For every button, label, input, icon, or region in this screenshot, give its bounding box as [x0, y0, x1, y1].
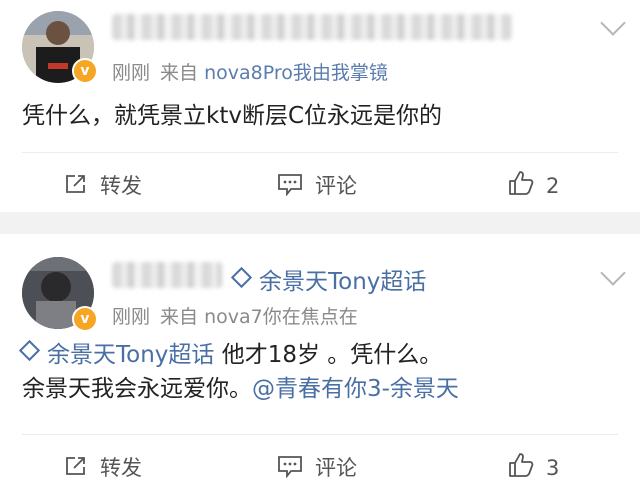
chevron-down-icon[interactable] — [600, 10, 626, 36]
supertopic-tag-link[interactable]: 余景天Tony超话 — [18, 339, 215, 368]
comment-label: 评论 — [315, 456, 357, 480]
repost-label: 转发 — [100, 456, 142, 480]
post-separator — [0, 212, 640, 234]
repost-icon — [64, 454, 88, 483]
comment-icon — [277, 172, 303, 201]
diamond-icon — [230, 266, 253, 289]
content-text-1: 他才18岁 。凭什么。 — [214, 342, 443, 368]
tag-label: 余景天Tony超话 — [47, 342, 215, 368]
like-count: 3 — [546, 456, 560, 480]
like-count: 2 — [546, 174, 560, 198]
source-prefix: 来自 — [160, 306, 199, 328]
content-text-2: 余景天我会永远爱你。 — [22, 376, 252, 402]
thumbs-up-icon — [508, 452, 534, 483]
like-button[interactable]: 3 — [508, 452, 559, 483]
verified-badge-icon: v — [72, 58, 98, 84]
weibo-post-2: v 余景天Tony超话 刚刚 来自 nova7你在焦点在 余景天Tony超话 他才… — [0, 234, 640, 491]
diamond-icon — [18, 339, 41, 362]
comment-label: 评论 — [315, 174, 357, 198]
username-blurred[interactable] — [112, 262, 222, 288]
post-content: 余景天Tony超话 他才18岁 。凭什么。 余景天我会永远爱你。@青春有你3-余… — [18, 338, 459, 406]
repost-icon — [64, 172, 88, 201]
post-meta: 刚刚 来自 nova7你在焦点在 — [112, 302, 358, 329]
thumbs-up-icon — [508, 170, 534, 201]
post-time: 刚刚 — [112, 62, 151, 84]
post-time: 刚刚 — [112, 306, 151, 328]
content-line-1: 余景天Tony超话 他才18岁 。凭什么。 — [18, 338, 459, 372]
action-bar: 转发 评论 3 — [0, 434, 640, 494]
repost-label: 转发 — [100, 174, 142, 198]
chevron-down-icon[interactable] — [600, 260, 626, 286]
verified-badge-icon: v — [72, 306, 98, 332]
comment-button[interactable]: 评论 — [277, 452, 357, 483]
comment-icon — [277, 454, 303, 483]
username-blurred[interactable] — [112, 14, 512, 40]
like-button[interactable]: 2 — [508, 170, 559, 201]
action-bar: 转发 评论 2 — [0, 152, 640, 212]
post-meta: 刚刚 来自 nova8Pro我由我掌镜 — [112, 58, 388, 85]
source-prefix: 来自 — [160, 62, 199, 84]
comment-button[interactable]: 评论 — [277, 170, 357, 201]
supertopic-label: 余景天Tony超话 — [259, 269, 427, 295]
post-content: 凭什么，就凭景立ktv断层C位永远是你的 — [22, 103, 443, 129]
repost-button[interactable]: 转发 — [64, 170, 142, 201]
mention-link[interactable]: @青春有你3-余景天 — [252, 376, 459, 402]
content-line-2: 余景天我会永远爱你。@青春有你3-余景天 — [22, 372, 459, 406]
device-source[interactable]: nova7你在焦点在 — [204, 306, 358, 328]
supertopic-link[interactable]: 余景天Tony超话 — [230, 262, 427, 296]
repost-button[interactable]: 转发 — [64, 452, 142, 483]
weibo-post-1: v 刚刚 来自 nova8Pro我由我掌镜 凭什么，就凭景立ktv断层C位永远是你… — [0, 0, 640, 212]
device-source[interactable]: nova8Pro我由我掌镜 — [204, 62, 388, 84]
